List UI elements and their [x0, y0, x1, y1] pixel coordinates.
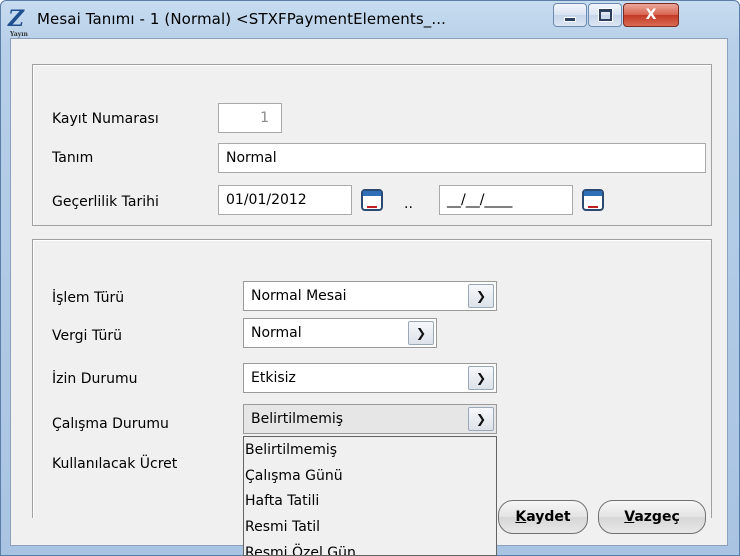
save-hotkey: K: [515, 509, 527, 525]
cancel-button[interactable]: Vazgeç: [598, 500, 706, 534]
chevron-down-icon[interactable]: ❯: [408, 321, 434, 345]
name-input[interactable]: Normal: [218, 143, 706, 173]
leave-status-select[interactable]: Etkisiz ❯: [243, 363, 497, 393]
maximize-icon: [598, 9, 612, 21]
leave-status-value: Etkisiz: [251, 370, 296, 386]
work-status-select[interactable]: Belirtilmemiş ❯: [243, 404, 497, 434]
window-title: Mesai Tanımı - 1 (Normal) <STXFPaymentEl…: [37, 10, 446, 28]
close-button[interactable]: X: [623, 3, 679, 27]
app-icon: Z Yayın: [8, 8, 32, 38]
save-label: aydet: [526, 509, 571, 525]
maximize-button[interactable]: [588, 3, 622, 27]
list-item[interactable]: Çalışma Günü: [245, 468, 343, 484]
name-label: Tanım: [52, 150, 94, 166]
date-range-separator: ..: [404, 196, 413, 212]
chevron-down-icon[interactable]: ❯: [468, 407, 494, 431]
list-item[interactable]: Belirtilmemiş: [245, 442, 337, 458]
validity-date-label: Geçerlilik Tarihi: [52, 194, 159, 210]
work-status-label: Çalışma Durumu: [52, 416, 169, 432]
cancel-label: azgeç: [634, 509, 680, 525]
leave-status-label: İzin Durumu: [52, 371, 138, 387]
calendar-icon: [582, 189, 604, 211]
cancel-hotkey: V: [624, 509, 635, 525]
process-type-value: Normal Mesai: [251, 288, 347, 304]
close-icon: X: [645, 7, 657, 23]
date-from-input[interactable]: 01/01/2012: [218, 185, 352, 215]
process-type-label: İşlem Türü: [52, 290, 125, 306]
list-item[interactable]: Resmi Özel Gün: [245, 545, 356, 555]
date-to-picker-button[interactable]: [578, 186, 608, 214]
record-number-field: 1: [218, 103, 282, 133]
date-to-input[interactable]: __/__/____: [439, 185, 573, 215]
work-status-dropdown-list[interactable]: Belirtilmemiş Çalışma Günü Hafta Tatili …: [243, 436, 497, 556]
chevron-down-icon[interactable]: ❯: [468, 366, 494, 390]
wage-label: Kullanılacak Ücret: [52, 456, 178, 472]
minimize-icon: [564, 16, 576, 22]
minimize-button[interactable]: [553, 3, 587, 27]
tax-type-label: Vergi Türü: [52, 328, 122, 344]
title-bar[interactable]: Z Yayın Mesai Tanımı - 1 (Normal) <STXFPa…: [1, 1, 739, 38]
tax-type-select[interactable]: Normal ❯: [243, 318, 437, 348]
list-item[interactable]: Hafta Tatili: [245, 493, 319, 509]
chevron-down-icon[interactable]: ❯: [468, 284, 494, 308]
save-button[interactable]: Kaydet: [498, 500, 588, 534]
tax-type-value: Normal: [251, 325, 302, 341]
list-item[interactable]: Resmi Tatil: [245, 519, 320, 535]
date-from-picker-button[interactable]: [357, 186, 387, 214]
calendar-icon: [361, 189, 383, 211]
work-status-value: Belirtilmemiş: [251, 411, 344, 427]
record-number-label: Kayıt Numarası: [52, 111, 159, 127]
process-type-select[interactable]: Normal Mesai ❯: [243, 281, 497, 311]
